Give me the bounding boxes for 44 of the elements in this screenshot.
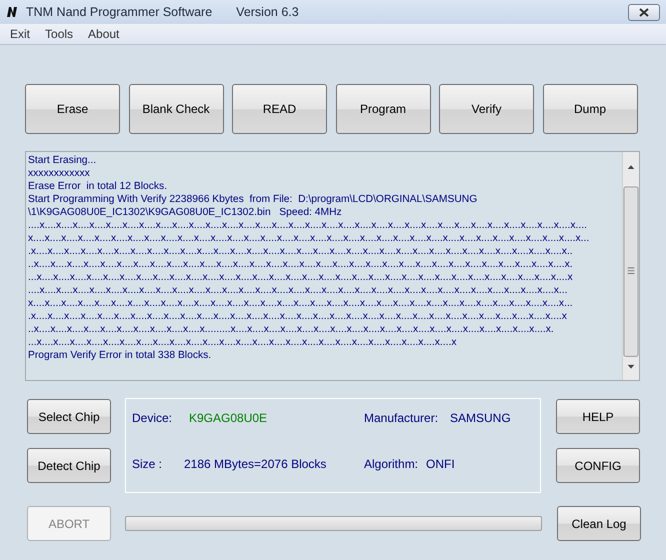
action-button[interactable]: READ xyxy=(232,84,327,134)
action-button[interactable]: Blank Check xyxy=(128,84,224,134)
log-line: ...x....x....x....x....x....x....x....x....x....x....x....x....x....x....x....x....x....x....x....x....x....x....x....x....x....x....x....x....x....x....x....x....x xyxy=(28,271,574,284)
log-line: ..x....x....x....x....x....x....x....x....x....x....x.........x....x....x....x....x....x....x....x....x....x....x....x....x....x....x....x....x....x....x....x. xyxy=(28,323,555,336)
clean-log-button[interactable]: Clean Log xyxy=(557,506,641,541)
info-label: Algorithm: xyxy=(364,456,420,473)
log-line: ..x....x....x....x....x....x....x....x....x....x....x....x....x....x....x....x....x....x....x....x....x....x....x....x....x....x....x....x....x....x....x....x....x. xyxy=(28,258,574,271)
log-line: Start Erasing... xyxy=(28,154,98,167)
action-button[interactable]: Dump xyxy=(542,84,638,134)
close-button[interactable] xyxy=(628,4,660,20)
log-line: .x....x....x....x....x....x....x....x....x....x....x....x....x....x....x....x....x....x....x....x....x....x....x....x....x....x....x....x....x....x....x....x....x.. xyxy=(28,245,574,258)
chip-button[interactable]: Detect Chip xyxy=(27,448,111,483)
scrollbar[interactable] xyxy=(622,152,639,380)
log-line: xxxxxxxxxxxx xyxy=(28,167,91,180)
log-line: ....x....x....x....x....x....x....x....x....x....x....x....x....x....x....x....x....x....x....x....x....x....x....x....x....x....x....x....x....x....x....x....x... xyxy=(28,284,569,297)
action-button[interactable]: Program xyxy=(336,84,430,134)
log-line: Start Programming With Verify 2238966 Kbytes from File: D:\program\LCD\ORGINAL\SAMSUNG xyxy=(28,193,478,206)
log-line: ....x....x....x....x....x....x....x....x....x....x....x....x....x....x....x....x....x....x....x....x....x....x....x....x....x....x....x....x....x....x....x....x....x.... xyxy=(28,219,588,232)
app-logo-icon xyxy=(6,6,18,18)
menu-item[interactable]: About xyxy=(88,25,120,43)
option-button[interactable]: CONFIG xyxy=(556,448,640,483)
chip-button[interactable]: Select Chip xyxy=(27,399,111,434)
close-icon xyxy=(639,8,649,16)
action-button[interactable]: Erase xyxy=(25,84,120,134)
info-label: Size : xyxy=(132,456,164,473)
log-line: .x....x....x....x....x....x....x....x....x....x....x....x....x....x....x....x....x....x....x....x....x....x....x....x....x....x....x....x....x....x....x....x....x xyxy=(28,310,568,323)
info-value: SAMSUNG xyxy=(450,410,511,427)
version-label: Version 6.3 xyxy=(236,4,299,21)
info-label: Device: xyxy=(132,410,174,427)
info-label: Manufacturer: xyxy=(364,410,440,427)
log-line: x....x....x....x....x....x....x....x....x....x....x....x....x....x....x....x....x....x....x....x....x....x....x....x....x....x....x....x....x....x....x....x....x....x... xyxy=(28,232,590,245)
action-button[interactable]: Verify xyxy=(439,84,534,134)
log-line: Erase Error in total 12 Blocks. xyxy=(28,180,168,193)
log-line: Program Verify Error in total 338 Blocks. xyxy=(28,349,212,362)
info-value: ONFI xyxy=(426,456,455,473)
info-value: K9GAG08U0E xyxy=(189,410,268,427)
log-line: \1\K9GAG08U0E_IC1302\K9GAG08U0E_IC1302.bin Speed: 4MHz xyxy=(28,206,343,219)
info-value: 2186 MBytes=2076 Blocks xyxy=(184,456,326,473)
window-title: TNM Nand Programmer Software xyxy=(26,4,212,21)
option-button[interactable]: HELP xyxy=(556,399,640,434)
log-line: ...x....x....x....x....x....x....x....x....x....x....x....x....x....x....x....x....x....x....x....x....x....x....x....x....x....x xyxy=(28,336,458,349)
menu-item[interactable]: Exit xyxy=(10,25,30,43)
menu-item[interactable]: Tools xyxy=(45,25,74,43)
log-line: x....x....x....x....x....x....x....x....x....x....x....x....x....x....x....x....x....x....x....x....x....x....x....x....x....x....x....x....x....x....x....x....x... xyxy=(28,297,574,310)
